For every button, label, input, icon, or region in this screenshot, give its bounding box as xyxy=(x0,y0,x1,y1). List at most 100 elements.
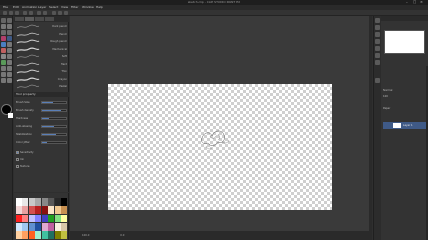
subtool-tab-pastel[interactable] xyxy=(25,17,34,21)
pen-tool-icon[interactable] xyxy=(7,36,12,41)
color-swatch[interactable] xyxy=(22,222,29,231)
zoom-tool-icon[interactable] xyxy=(1,18,6,23)
transform-icon[interactable] xyxy=(43,11,47,15)
color-swatch[interactable] xyxy=(41,231,48,239)
color-swatch[interactable] xyxy=(35,214,42,223)
property-slider[interactable] xyxy=(41,101,67,104)
brush-item[interactable]: Pastel xyxy=(15,84,68,90)
color-swatch[interactable] xyxy=(48,222,55,231)
save-icon[interactable] xyxy=(15,11,19,15)
color-swatch[interactable] xyxy=(48,206,55,215)
brush-item[interactable]: Soft xyxy=(15,54,68,60)
open-icon[interactable] xyxy=(9,11,13,15)
gradient-tool-icon[interactable] xyxy=(7,60,12,65)
layer-paper[interactable]: Paper xyxy=(383,106,426,111)
color-swatch[interactable] xyxy=(35,222,42,231)
eraser-tool-icon[interactable] xyxy=(1,54,6,59)
color-swatch[interactable] xyxy=(61,206,67,215)
color-swatch[interactable] xyxy=(16,206,22,215)
pencil-tool-icon[interactable] xyxy=(1,42,6,47)
search-layer-icon[interactable] xyxy=(375,60,380,65)
operation-tool-icon[interactable] xyxy=(1,24,6,29)
text-tool-icon[interactable] xyxy=(7,72,12,77)
deselect-icon[interactable] xyxy=(52,11,56,15)
invert-selection-icon[interactable] xyxy=(58,11,62,15)
navigator-preview[interactable] xyxy=(384,30,425,54)
color-swatch[interactable] xyxy=(61,198,67,206)
color-swatch[interactable] xyxy=(35,206,42,215)
color-swatch[interactable] xyxy=(41,222,48,231)
color-swatch[interactable] xyxy=(61,231,67,239)
subtool-tab-marker[interactable] xyxy=(45,17,54,21)
color-swatch[interactable] xyxy=(54,198,61,206)
sub-view-icon[interactable] xyxy=(375,25,380,30)
lasso-tool-icon[interactable] xyxy=(7,30,12,35)
color-swatch[interactable] xyxy=(35,231,42,239)
new-icon[interactable] xyxy=(3,11,7,15)
property-slider[interactable] xyxy=(41,141,67,144)
layer-row-selected[interactable]: Layer 1 xyxy=(383,122,426,129)
brush-item[interactable]: Hard xyxy=(15,62,68,68)
clear-icon[interactable] xyxy=(37,11,41,15)
color-swatch[interactable] xyxy=(16,198,22,206)
color-swatch[interactable] xyxy=(28,231,35,239)
color-swatch[interactable] xyxy=(22,198,29,206)
sub-color-swatch[interactable] xyxy=(8,113,13,118)
blend-mode-select[interactable]: Normal xyxy=(383,88,426,93)
color-swatch[interactable] xyxy=(48,231,55,239)
info-icon[interactable] xyxy=(375,32,380,37)
color-swatch[interactable] xyxy=(54,206,61,215)
color-swatch[interactable] xyxy=(61,214,67,223)
property-check-row[interactable]: Texture xyxy=(16,164,67,169)
brush-item[interactable]: Pencil xyxy=(15,32,68,38)
move-tool-icon[interactable] xyxy=(7,24,12,29)
correct-line-tool-icon[interactable] xyxy=(7,78,12,83)
color-swatch[interactable] xyxy=(22,214,29,223)
color-swatch[interactable] xyxy=(41,198,48,206)
color-swatch[interactable] xyxy=(48,198,55,206)
property-slider[interactable] xyxy=(41,117,67,120)
subtool-tab-pen[interactable] xyxy=(35,17,44,21)
color-swatch[interactable] xyxy=(41,206,48,215)
fill-tool-icon[interactable] xyxy=(1,60,6,65)
color-swatch[interactable] xyxy=(48,214,55,223)
brush-item[interactable]: Mechanical xyxy=(15,46,68,53)
selection-tool-icon[interactable] xyxy=(1,30,6,35)
balloon-tool-icon[interactable] xyxy=(1,78,6,83)
color-swatch[interactable] xyxy=(16,214,22,223)
ruler-tool-icon[interactable] xyxy=(1,72,6,77)
color-swatch[interactable] xyxy=(28,198,35,206)
navigator-icon[interactable] xyxy=(375,18,380,23)
hand-tool-icon[interactable] xyxy=(7,18,12,23)
color-swatch[interactable] xyxy=(41,214,48,223)
canvas-vertical-scrollbar[interactable] xyxy=(369,16,372,231)
opacity-value[interactable]: 100 xyxy=(383,94,426,99)
brush-item[interactable]: Dark pencil xyxy=(15,24,68,30)
history-icon[interactable] xyxy=(375,39,380,44)
checkbox[interactable] xyxy=(16,164,19,168)
eyedropper-tool-icon[interactable] xyxy=(1,36,6,41)
color-swatch[interactable] xyxy=(61,222,67,231)
canvas[interactable] xyxy=(108,84,332,210)
figure-tool-icon[interactable] xyxy=(1,66,6,71)
property-slider[interactable] xyxy=(41,133,67,136)
color-swatch[interactable] xyxy=(28,206,35,215)
color-swatch[interactable] xyxy=(16,231,22,239)
property-slider[interactable] xyxy=(41,125,67,128)
property-slider[interactable] xyxy=(41,109,67,112)
blend-tool-icon[interactable] xyxy=(7,54,12,59)
color-swatch[interactable] xyxy=(28,214,35,223)
subtool-tab-pencil[interactable] xyxy=(15,17,24,21)
color-swatch[interactable] xyxy=(35,198,42,206)
canvas-workspace[interactable] xyxy=(70,16,372,231)
redo-icon[interactable] xyxy=(29,11,33,15)
brush-item[interactable]: Thin xyxy=(15,69,68,75)
frame-tool-icon[interactable] xyxy=(7,66,12,71)
color-swatch[interactable] xyxy=(54,231,61,239)
property-check-row[interactable]: Ink xyxy=(16,157,67,162)
checkbox[interactable] xyxy=(16,150,19,154)
color-swatch[interactable] xyxy=(22,231,29,239)
layer-property-icon[interactable] xyxy=(375,53,380,58)
brush-item[interactable]: Rough pencil xyxy=(15,39,68,45)
color-swatch[interactable] xyxy=(28,222,35,231)
